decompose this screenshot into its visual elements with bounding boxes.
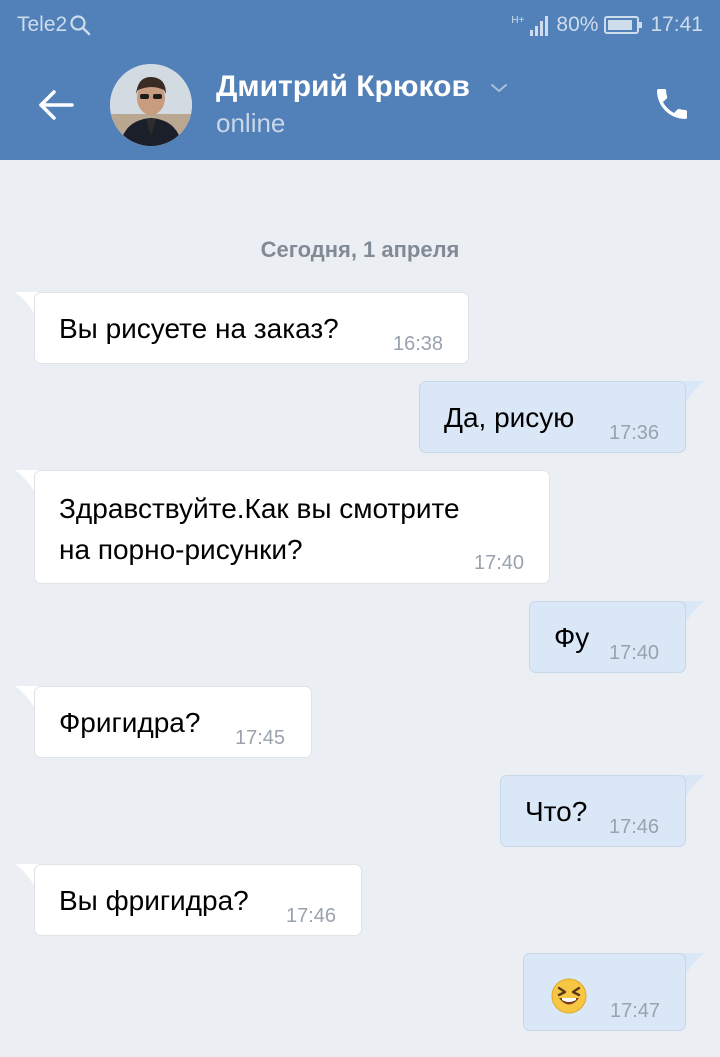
date-separator: Сегодня, 1 апреля	[260, 237, 460, 262]
message-outgoing[interactable]: Что? 17:46	[500, 775, 686, 847]
laughing-squint-emoji-icon	[551, 978, 587, 1014]
signal-icon	[530, 16, 549, 36]
message-text-line-1: Здравствуйте.Как вы смотрите	[59, 493, 460, 524]
message-time: 17:40	[609, 642, 660, 664]
avatar-photo-icon	[110, 64, 192, 146]
network-type: H+	[511, 15, 525, 26]
chat-header: Дмитрий Крюков online	[0, 50, 720, 160]
message-text: Вы рисуете на заказ?	[59, 313, 339, 344]
contact-name[interactable]: Дмитрий Крюков	[216, 70, 470, 104]
online-status: online	[216, 108, 286, 138]
phone-icon[interactable]	[652, 84, 692, 124]
status-right: H+ 80% 17:41	[511, 13, 703, 37]
battery-percent: 80%	[556, 13, 599, 36]
message-time: 17:46	[286, 905, 337, 927]
message-incoming[interactable]: Фригидра? 17:45	[34, 686, 312, 758]
message-time: 16:38	[393, 333, 444, 355]
message-text: Вы фригидра?	[59, 885, 249, 916]
battery-icon	[604, 16, 643, 34]
back-arrow-icon[interactable]	[36, 87, 76, 123]
message-text: Да, рисую	[444, 402, 575, 433]
carrier-name: Tele2	[17, 13, 68, 36]
avatar[interactable]	[110, 64, 192, 146]
chevron-down-icon[interactable]	[489, 81, 509, 95]
search-icon	[70, 15, 91, 36]
message-incoming[interactable]: Вы рисуете на заказ? 16:38	[34, 292, 469, 364]
message-incoming[interactable]: Здравствуйте.Как вы смотрите на порно-ри…	[34, 470, 550, 584]
message-time: 17:45	[235, 727, 286, 749]
message-outgoing[interactable]: 17:47	[523, 953, 686, 1031]
message-text: Фу	[554, 622, 590, 653]
message-text: Фригидра?	[59, 707, 201, 738]
message-time: 17:46	[609, 816, 660, 838]
status-bar: Tele2 H+ 80% 17:41	[0, 0, 720, 50]
message-outgoing[interactable]: Фу 17:40	[529, 601, 686, 673]
message-text: Что?	[525, 796, 588, 827]
message-outgoing[interactable]: Да, рисую 17:36	[419, 381, 686, 453]
clock: 17:41	[650, 13, 703, 36]
message-text-line-2: на порно-рисунки?	[59, 534, 303, 565]
message-time: 17:36	[609, 422, 660, 444]
message-incoming[interactable]: Вы фригидра? 17:46	[34, 864, 362, 936]
carrier-group: Tele2	[17, 13, 91, 37]
message-time: 17:47	[610, 1000, 661, 1022]
message-time: 17:40	[474, 552, 525, 574]
